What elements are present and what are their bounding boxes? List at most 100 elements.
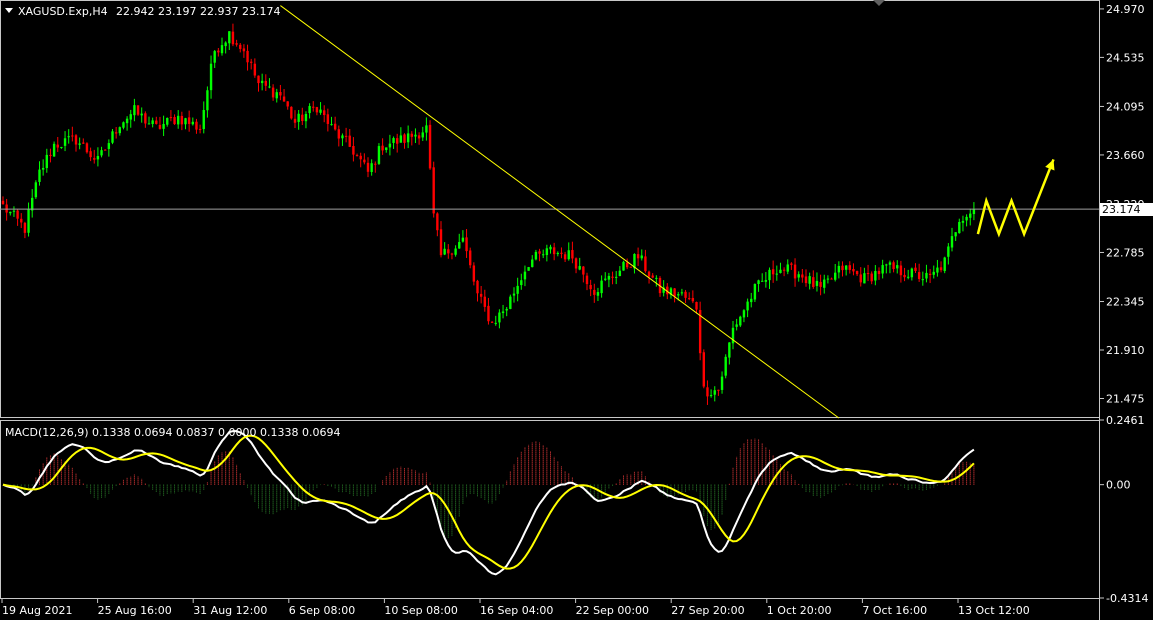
- candle-body: [253, 63, 257, 76]
- candle-body: [304, 113, 308, 122]
- candle-body: [275, 92, 278, 99]
- candle-body: [180, 115, 184, 125]
- candle-body: [374, 163, 377, 165]
- candle-body: [852, 268, 855, 272]
- time-tick-label: 16 Sep 04:00: [480, 604, 553, 617]
- candle-body: [790, 263, 793, 265]
- candle-body: [578, 266, 581, 270]
- candle-body: [173, 117, 176, 125]
- candle-body: [158, 124, 162, 129]
- candle-body: [60, 146, 63, 148]
- candle-body: [801, 274, 804, 278]
- candle-body: [118, 127, 121, 134]
- candle-body: [96, 156, 100, 160]
- candle-body: [815, 280, 819, 286]
- candle-body: [527, 267, 530, 271]
- candle-body: [290, 106, 293, 119]
- candle-body: [363, 159, 366, 163]
- candle: [469, 247, 472, 269]
- candle-body: [618, 270, 622, 276]
- candle-body: [483, 296, 486, 307]
- price-tick-label: 24.535: [1106, 51, 1145, 64]
- candle-body: [399, 135, 403, 143]
- candle-body: [556, 252, 559, 255]
- candle-body: [501, 311, 505, 314]
- candle-body: [56, 144, 59, 148]
- candle-body: [925, 272, 928, 279]
- candle-body: [589, 285, 592, 290]
- candle-body: [323, 110, 326, 116]
- candle-body: [344, 135, 348, 137]
- candle-body: [337, 129, 340, 139]
- chart-root[interactable]: 24.97024.53524.09523.66023.22022.78522.3…: [0, 0, 1153, 620]
- candle-body: [793, 264, 797, 279]
- candle-body: [768, 269, 771, 281]
- candle-body: [359, 155, 362, 160]
- candle: [724, 354, 727, 379]
- candle-body: [114, 132, 118, 134]
- candle-body: [268, 86, 271, 88]
- candle-body: [319, 109, 322, 113]
- candle-body: [936, 267, 939, 273]
- candle-body: [655, 277, 658, 279]
- candle-body: [377, 146, 381, 164]
- candle-body: [837, 265, 841, 273]
- candle-body: [826, 278, 830, 280]
- candle-body: [41, 167, 45, 170]
- candle-body: [961, 220, 965, 223]
- candle-body: [330, 124, 333, 126]
- candle-body: [808, 276, 811, 284]
- candle-body: [574, 258, 578, 269]
- candle-body: [593, 289, 596, 295]
- candle-body: [396, 138, 399, 144]
- price-tick-label: 22.345: [1106, 296, 1145, 309]
- candle-body: [85, 143, 89, 153]
- candle-body: [866, 273, 870, 275]
- candle-body: [301, 114, 304, 122]
- candle-body: [954, 232, 957, 237]
- candle-body: [297, 113, 300, 122]
- candle-body: [191, 121, 194, 125]
- candle-body: [472, 265, 476, 282]
- candle: [943, 256, 946, 274]
- candle: [698, 301, 702, 361]
- candle-body: [27, 209, 30, 233]
- candle-body: [392, 138, 395, 143]
- candle-body: [370, 163, 373, 172]
- candle-body: [129, 114, 132, 120]
- candle-body: [549, 246, 552, 250]
- candle-body: [512, 293, 516, 296]
- candle-body: [52, 143, 56, 157]
- macd-panel-frame: [0, 420, 1100, 599]
- candle-body: [509, 296, 512, 309]
- candle-body: [757, 280, 760, 285]
- candle: [85, 142, 89, 154]
- candle-body: [724, 356, 727, 376]
- ohlc-values: 22.942 23.197 22.937 23.174: [116, 5, 280, 18]
- candle: [527, 266, 530, 271]
- time-tick-label: 25 Aug 16:00: [98, 604, 172, 617]
- symbol-info: XAGUSD.Exp,H4: [18, 5, 108, 18]
- candle-body: [436, 213, 439, 231]
- candle-body: [677, 294, 680, 296]
- candle-body: [151, 120, 154, 124]
- candle-body: [246, 50, 249, 63]
- candle-body: [9, 211, 12, 214]
- candle-body: [133, 105, 136, 116]
- candle-body: [184, 118, 187, 125]
- candle-body: [308, 106, 311, 114]
- candle: [377, 143, 381, 165]
- candle-body: [432, 167, 435, 214]
- candle-body: [560, 252, 563, 254]
- candle-body: [136, 105, 140, 115]
- candle-body: [720, 376, 724, 390]
- candle-body: [100, 150, 103, 156]
- candle-body: [567, 250, 570, 260]
- candle-body: [695, 302, 698, 310]
- candle-body: [202, 110, 205, 130]
- candle-body: [885, 264, 888, 266]
- candle-body: [235, 43, 238, 45]
- candle-body: [779, 269, 782, 274]
- candle-body: [717, 389, 720, 391]
- candle-body: [972, 209, 976, 215]
